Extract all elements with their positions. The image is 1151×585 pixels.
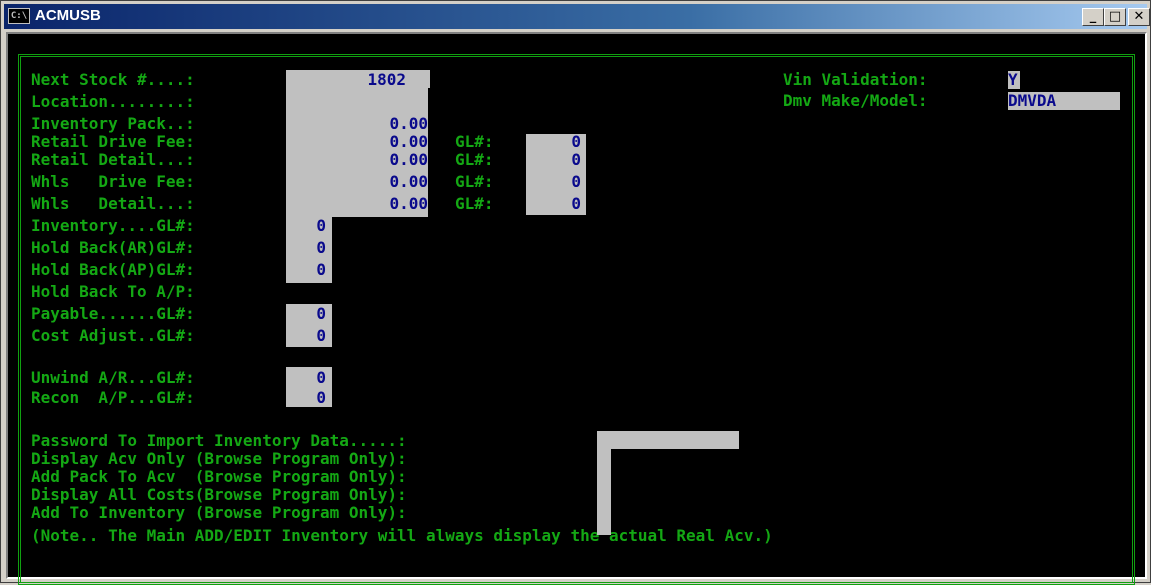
label-add-to-inventory: Add To Inventory (Browse Program Only): bbox=[31, 503, 407, 522]
maximize-button[interactable]: □ bbox=[1104, 8, 1126, 26]
next-stock-value: 1802 bbox=[367, 70, 406, 89]
dmv-make-model-value: DMVDA bbox=[1008, 91, 1057, 110]
label-retail-drive-fee: Retail Drive Fee: bbox=[31, 132, 195, 151]
label-location: Location........: bbox=[31, 92, 195, 111]
label-inventory-pack: Inventory Pack..: bbox=[31, 114, 195, 133]
console-window: C:\ ACMUSB _ □ ✕ Next Stock #....: Locat… bbox=[0, 0, 1151, 585]
label-add-pack-to-acv: Add Pack To Acv (Browse Program Only): bbox=[31, 467, 407, 486]
whls-detail-value: 0.00 bbox=[389, 194, 428, 213]
note-text: (Note.. The Main ADD/EDIT Inventory will… bbox=[31, 526, 773, 545]
minimize-button[interactable]: _ bbox=[1082, 8, 1104, 26]
inventory-pack-value: 0.00 bbox=[389, 114, 428, 133]
browse-options-fields[interactable] bbox=[597, 449, 611, 535]
label-gl-4: GL#: bbox=[455, 194, 494, 213]
recon-ap-gl-value: 0 bbox=[316, 388, 326, 407]
retail-drive-fee-gl-value: 0 bbox=[571, 132, 581, 151]
label-holdback-ap-gl: Hold Back(AP)GL#: bbox=[31, 260, 195, 279]
label-gl-1: GL#: bbox=[455, 132, 494, 151]
label-inventory-gl: Inventory....GL#: bbox=[31, 216, 195, 235]
retail-detail-value: 0.00 bbox=[389, 150, 428, 169]
cost-adjust-gl-value: 0 bbox=[316, 326, 326, 345]
label-display-all-costs: Display All Costs(Browse Program Only): bbox=[31, 485, 407, 504]
whls-drive-fee-value: 0.00 bbox=[389, 172, 428, 191]
label-whls-drive-fee: Whls Drive Fee: bbox=[31, 172, 195, 191]
label-recon-ap-gl: Recon A/P...GL#: bbox=[31, 388, 195, 407]
unwind-ar-gl-value: 0 bbox=[316, 368, 326, 387]
label-whls-detail: Whls Detail...: bbox=[31, 194, 195, 213]
label-dmv-make-model: Dmv Make/Model: bbox=[783, 91, 928, 110]
retail-detail-gl-value: 0 bbox=[571, 150, 581, 169]
label-gl-2: GL#: bbox=[455, 150, 494, 169]
close-button[interactable]: ✕ bbox=[1128, 8, 1150, 26]
label-holdback-to-ap: Hold Back To A/P: bbox=[31, 282, 195, 301]
label-holdback-ar-gl: Hold Back(AR)GL#: bbox=[31, 238, 195, 257]
label-retail-detail: Retail Detail...: bbox=[31, 150, 195, 169]
window-title: ACMUSB bbox=[35, 7, 101, 24]
whls-drive-fee-gl-value: 0 bbox=[571, 172, 581, 191]
label-unwind-ar-gl: Unwind A/R...GL#: bbox=[31, 368, 195, 387]
vin-validation-value: Y bbox=[1008, 70, 1018, 89]
title-bar[interactable]: C:\ ACMUSB _ □ ✕ bbox=[4, 4, 1150, 29]
whls-detail-gl-value: 0 bbox=[571, 194, 581, 213]
label-payable-gl: Payable......GL#: bbox=[31, 304, 195, 323]
label-cost-adjust-gl: Cost Adjust..GL#: bbox=[31, 326, 195, 345]
label-display-acv-only: Display Acv Only (Browse Program Only): bbox=[31, 449, 407, 468]
holdback-ap-gl-value: 0 bbox=[316, 260, 326, 279]
inventory-gl-value: 0 bbox=[316, 216, 326, 235]
label-vin-validation: Vin Validation: bbox=[783, 70, 928, 89]
password-field[interactable] bbox=[597, 431, 739, 449]
console-icon: C:\ bbox=[8, 8, 30, 24]
label-gl-3: GL#: bbox=[455, 172, 494, 191]
retail-drive-fee-value: 0.00 bbox=[389, 132, 428, 151]
label-password-import: Password To Import Inventory Data.....: bbox=[31, 431, 407, 450]
holdback-ar-gl-value: 0 bbox=[316, 238, 326, 257]
label-next-stock: Next Stock #....: bbox=[31, 70, 195, 89]
payable-gl-value: 0 bbox=[316, 304, 326, 323]
console-area: Next Stock #....: Location........: Inve… bbox=[6, 32, 1147, 585]
